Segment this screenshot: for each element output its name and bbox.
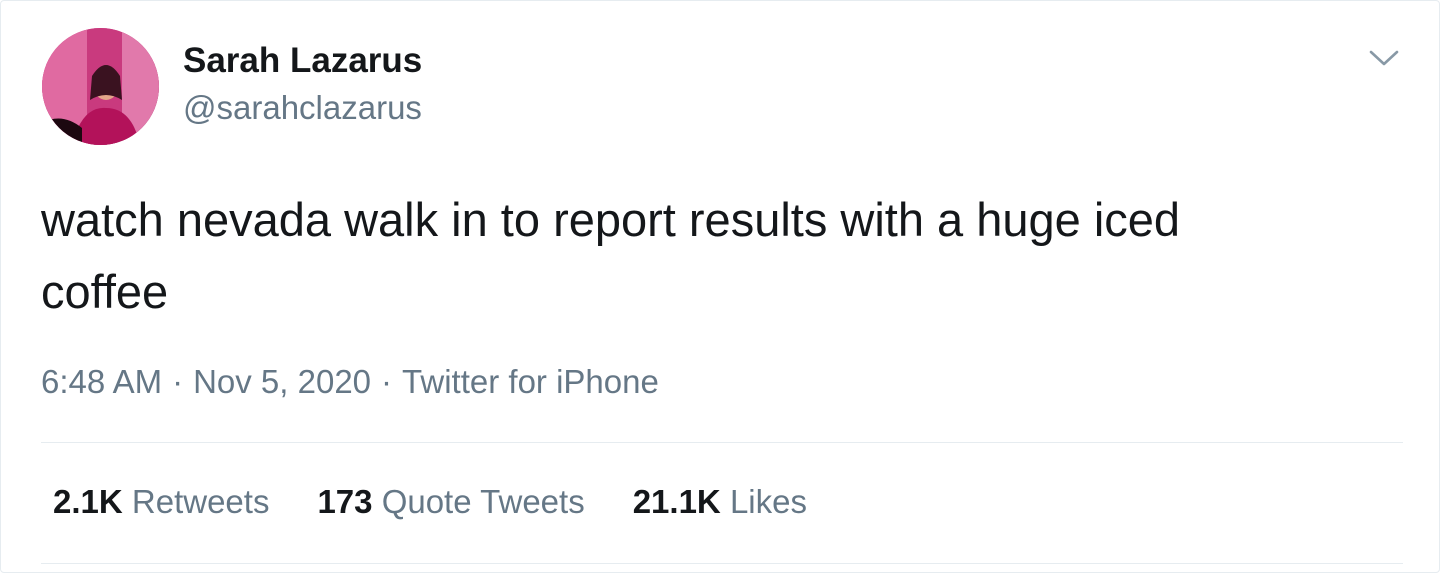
avatar[interactable]: [42, 28, 159, 145]
divider: [41, 563, 1403, 564]
divider: [41, 442, 1403, 443]
meta-separator: ·: [381, 363, 393, 400]
quote-tweets-label: Quote Tweets: [381, 483, 585, 520]
meta-separator: ·: [172, 363, 184, 400]
tweet-meta: 6:48 AM · Nov 5, 2020 · Twitter for iPhone: [41, 363, 659, 401]
tweet-card: Sarah Lazarus @sarahclazarus watch nevad…: [0, 0, 1440, 573]
tweet-date[interactable]: Nov 5, 2020: [193, 363, 371, 400]
quote-tweets-count: 173: [317, 483, 373, 520]
author-handle[interactable]: @sarahclazarus: [183, 89, 422, 127]
author-name[interactable]: Sarah Lazarus: [183, 41, 422, 81]
likes-label: Likes: [729, 483, 807, 520]
likes-count: 21.1K: [632, 483, 721, 520]
tweet-source[interactable]: Twitter for iPhone: [402, 363, 659, 400]
retweets-stat[interactable]: 2.1K Retweets: [53, 483, 269, 521]
retweets-label: Retweets: [131, 483, 270, 520]
tweet-stats: 2.1K Retweets 173 Quote Tweets 21.1K Lik…: [53, 483, 855, 521]
avatar-photo: [42, 28, 159, 145]
chevron-down-icon[interactable]: [1367, 45, 1401, 71]
retweets-count: 2.1K: [53, 483, 123, 520]
tweet-text: watch nevada walk in to report results w…: [41, 193, 1181, 318]
tweet-time[interactable]: 6:48 AM: [41, 363, 162, 400]
likes-stat[interactable]: 21.1K Likes: [633, 483, 807, 521]
quote-tweets-stat[interactable]: 173 Quote Tweets: [317, 483, 584, 521]
